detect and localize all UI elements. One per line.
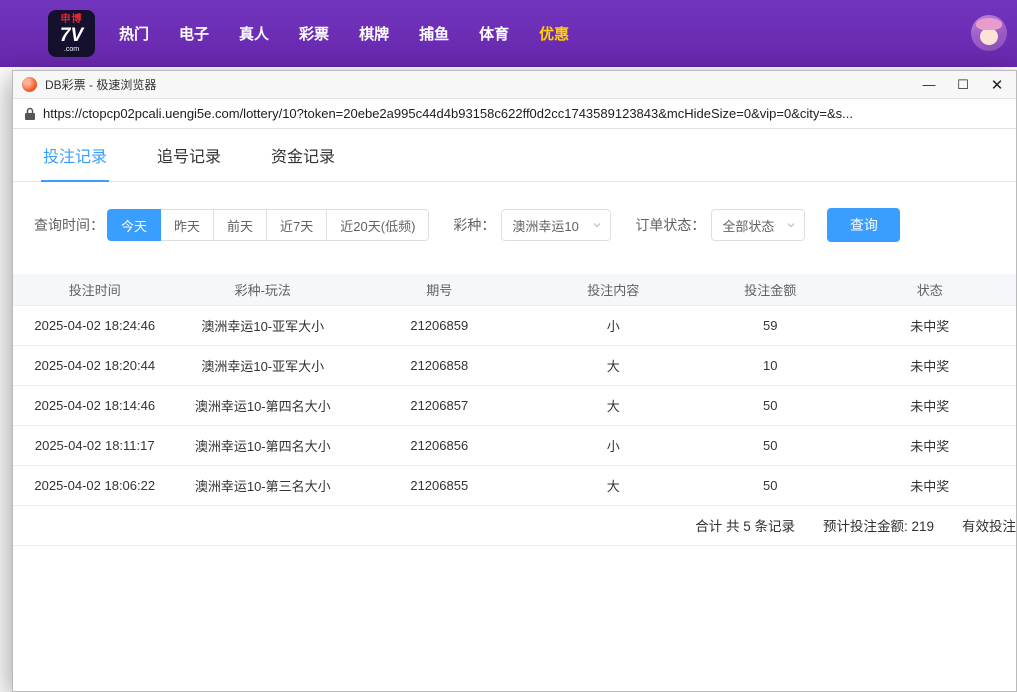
nav-item-chess[interactable]: 棋牌 <box>359 23 389 44</box>
table-summary: 合计 共 5 条记录 预计投注金额: 219 有效投注 <box>13 506 1016 546</box>
cell-amount: 59 <box>697 305 843 345</box>
cell-status: 未中奖 <box>843 425 1016 465</box>
cell-issue: 21206858 <box>349 345 530 385</box>
cell-content: 大 <box>530 345 698 385</box>
lock-icon <box>24 107 36 121</box>
time-option-today[interactable]: 今天 <box>107 209 161 241</box>
time-option-yesterday[interactable]: 昨天 <box>160 209 214 241</box>
cell-bet-time: 2025-04-02 18:11:17 <box>13 425 176 465</box>
order-status-value: 全部状态 <box>722 216 774 235</box>
summary-valid-bet: 有效投注 <box>962 515 1016 535</box>
col-header-content: 投注内容 <box>530 274 698 305</box>
tab-bet-records[interactable]: 投注记录 <box>41 143 109 182</box>
col-header-bet-time: 投注时间 <box>13 274 176 305</box>
cell-lottery-play: 澳洲幸运10-第四名大小 <box>176 425 349 465</box>
nav-item-promo[interactable]: 优惠 <box>539 23 569 44</box>
table-row: 2025-04-02 18:11:17 澳洲幸运10-第四名大小 2120685… <box>13 425 1016 465</box>
nav-item-live[interactable]: 真人 <box>239 23 269 44</box>
cell-amount: 50 <box>697 385 843 425</box>
window-titlebar: DB彩票 - 极速浏览器 — ☐ ✕ <box>13 71 1016 99</box>
record-tabs: 投注记录 追号记录 资金记录 <box>13 129 1016 182</box>
lottery-filter-label: 彩种： <box>453 215 495 235</box>
cell-amount: 50 <box>697 425 843 465</box>
nav-item-hot[interactable]: 热门 <box>119 23 149 44</box>
main-nav: 热门 电子 真人 彩票 棋牌 捕鱼 体育 优惠 <box>119 23 569 44</box>
order-status-select[interactable]: 全部状态 <box>711 209 805 241</box>
table-row: 2025-04-02 18:14:46 澳洲幸运10-第四名大小 2120685… <box>13 385 1016 425</box>
table-row: 2025-04-02 18:24:46 澳洲幸运10-亚军大小 21206859… <box>13 305 1016 345</box>
logo-sub-text: .com <box>64 46 79 53</box>
cell-content: 大 <box>530 465 698 505</box>
window-title: DB彩票 - 极速浏览器 <box>45 76 912 93</box>
site-favicon-icon <box>22 77 37 92</box>
lottery-select-value: 澳洲幸运10 <box>512 216 578 235</box>
col-header-status: 状态 <box>843 274 1016 305</box>
cell-bet-time: 2025-04-02 18:06:22 <box>13 465 176 505</box>
page: 申博 7V .com 热门 电子 真人 彩票 棋牌 捕鱼 体育 优惠 DB彩票 … <box>0 0 1017 692</box>
cell-bet-time: 2025-04-02 18:14:46 <box>13 385 176 425</box>
cell-issue: 21206857 <box>349 385 530 425</box>
close-button[interactable]: ✕ <box>980 71 1014 99</box>
minimize-button[interactable]: — <box>912 71 946 99</box>
table-row: 2025-04-02 18:06:22 澳洲幸运10-第三名大小 2120685… <box>13 465 1016 505</box>
user-avatar[interactable] <box>971 15 1007 51</box>
nav-item-lottery[interactable]: 彩票 <box>299 23 329 44</box>
nav-item-sports[interactable]: 体育 <box>479 23 509 44</box>
cell-amount: 50 <box>697 465 843 505</box>
col-header-lottery-play: 彩种-玩法 <box>176 274 349 305</box>
maximize-button[interactable]: ☐ <box>946 71 980 99</box>
cell-issue: 21206859 <box>349 305 530 345</box>
table-header-row: 投注时间 彩种-玩法 期号 投注内容 投注金额 状态 <box>13 274 1016 305</box>
url-bar[interactable]: https://ctopcp02pcali.uengi5e.com/lotter… <box>13 99 1016 129</box>
lottery-select[interactable]: 澳洲幸运10 <box>501 209 611 241</box>
site-logo[interactable]: 申博 7V .com <box>48 10 95 57</box>
logo-top-text: 申博 <box>61 15 83 25</box>
nav-item-electronic[interactable]: 电子 <box>179 23 209 44</box>
time-option-20days[interactable]: 近20天(低频) <box>326 209 429 241</box>
chevron-down-icon <box>592 220 602 230</box>
cell-lottery-play: 澳洲幸运10-亚军大小 <box>176 305 349 345</box>
nav-item-fishing[interactable]: 捕鱼 <box>419 23 449 44</box>
bet-records-table: 投注时间 彩种-玩法 期号 投注内容 投注金额 状态 2025-04-02 18… <box>13 274 1016 546</box>
cell-status: 未中奖 <box>843 385 1016 425</box>
cell-status: 未中奖 <box>843 465 1016 505</box>
summary-total-records: 合计 共 5 条记录 <box>695 515 795 535</box>
cell-bet-time: 2025-04-02 18:24:46 <box>13 305 176 345</box>
status-filter-label: 订单状态： <box>635 215 705 235</box>
time-filter-group: 今天 昨天 前天 近7天 近20天(低频) <box>107 209 429 241</box>
search-button[interactable]: 查询 <box>827 208 900 242</box>
cell-amount: 10 <box>697 345 843 385</box>
summary-expected-amount: 预计投注金额: 219 <box>823 515 934 535</box>
time-option-7days[interactable]: 近7天 <box>266 209 327 241</box>
cell-status: 未中奖 <box>843 305 1016 345</box>
cell-content: 大 <box>530 385 698 425</box>
time-filter-label: 查询时间： <box>34 215 104 235</box>
cell-content: 小 <box>530 305 698 345</box>
cell-bet-time: 2025-04-02 18:20:44 <box>13 345 176 385</box>
cell-status: 未中奖 <box>843 345 1016 385</box>
browser-window: DB彩票 - 极速浏览器 — ☐ ✕ https://ctopcp02pcali… <box>12 70 1017 692</box>
table-row: 2025-04-02 18:20:44 澳洲幸运10-亚军大小 21206858… <box>13 345 1016 385</box>
cell-issue: 21206855 <box>349 465 530 505</box>
col-header-amount: 投注金额 <box>697 274 843 305</box>
cell-issue: 21206856 <box>349 425 530 465</box>
tab-chase-records[interactable]: 追号记录 <box>155 143 223 181</box>
logo-main-text: 7V <box>60 26 83 45</box>
col-header-issue: 期号 <box>349 274 530 305</box>
tab-fund-records[interactable]: 资金记录 <box>269 143 337 181</box>
time-option-day-before[interactable]: 前天 <box>213 209 267 241</box>
cell-lottery-play: 澳洲幸运10-第四名大小 <box>176 385 349 425</box>
filter-bar: 查询时间： 今天 昨天 前天 近7天 近20天(低频) 彩种： 澳洲幸运10 订… <box>34 208 1016 242</box>
url-text: https://ctopcp02pcali.uengi5e.com/lotter… <box>43 106 853 121</box>
window-controls: — ☐ ✕ <box>912 71 1014 99</box>
cell-content: 小 <box>530 425 698 465</box>
chevron-down-icon <box>786 220 796 230</box>
site-header: 申博 7V .com 热门 电子 真人 彩票 棋牌 捕鱼 体育 优惠 <box>0 0 1017 67</box>
cell-lottery-play: 澳洲幸运10-第三名大小 <box>176 465 349 505</box>
cell-lottery-play: 澳洲幸运10-亚军大小 <box>176 345 349 385</box>
